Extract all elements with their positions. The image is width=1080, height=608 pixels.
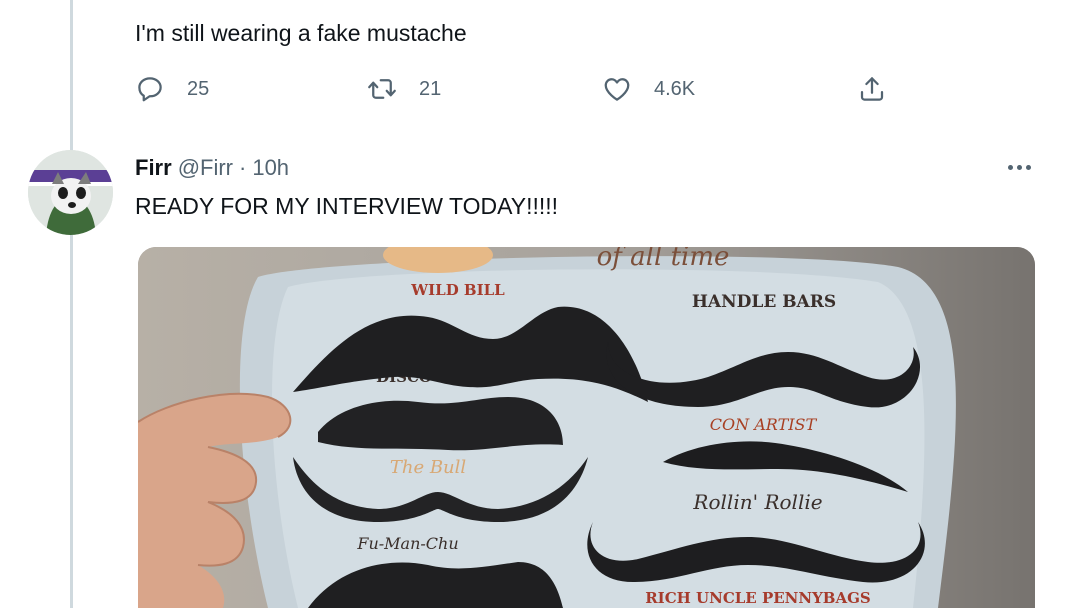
user-handle[interactable]: @Firr xyxy=(178,155,233,181)
retweet-count: 21 xyxy=(419,77,442,100)
reply-icon xyxy=(138,77,162,102)
more-dot-icon xyxy=(1016,164,1022,170)
like-button[interactable]: 4.6K xyxy=(602,74,695,104)
retweet-icon xyxy=(368,79,396,99)
heart-icon xyxy=(604,78,630,101)
share-button[interactable] xyxy=(857,74,887,104)
avatar[interactable] xyxy=(28,150,113,235)
package-header-text: of all time xyxy=(597,247,730,272)
avatar-image xyxy=(28,150,113,235)
header-separator: · xyxy=(239,155,247,180)
more-dot-icon xyxy=(1007,164,1013,170)
reply-count: 25 xyxy=(187,77,210,100)
reply-button[interactable]: 25 xyxy=(135,74,209,104)
share-icon xyxy=(860,77,884,101)
previous-tweet-actions: 25 21 4.6K xyxy=(135,74,895,114)
display-name[interactable]: Firr xyxy=(135,155,172,181)
tweet-text: READY FOR MY INTERVIEW TODAY!!!!! xyxy=(135,193,559,219)
more-dot-icon xyxy=(1025,164,1031,170)
tweet-timestamp[interactable]: 10h xyxy=(252,155,289,181)
mustache-label: Rollin' Rollie xyxy=(692,490,822,514)
mustache-label: RICH UNCLE PENNYBAGS xyxy=(645,589,871,607)
mustache-label: The Bull xyxy=(390,457,467,478)
fake-mustache-package-photo: of all time WILD BILL HANDLE BARS DISCO … xyxy=(138,247,1035,608)
like-count: 4.6K xyxy=(654,77,696,100)
tweet-header: Firr @Firr · 10h xyxy=(135,155,289,181)
thread-connector-line xyxy=(70,0,73,608)
mustache-label: WILD BILL xyxy=(410,281,505,299)
previous-tweet-text: I'm still wearing a fake mustache xyxy=(135,20,467,46)
retweet-button[interactable]: 21 xyxy=(367,74,441,104)
tweet-media-photo[interactable]: of all time WILD BILL HANDLE BARS DISCO … xyxy=(138,247,1035,608)
mustache-label: HANDLE BARS xyxy=(692,292,836,312)
mustache-label: CON ARTIST xyxy=(710,415,818,434)
more-options-button[interactable] xyxy=(1003,157,1035,177)
mustache-label: Fu-Man-Chu xyxy=(356,534,458,553)
